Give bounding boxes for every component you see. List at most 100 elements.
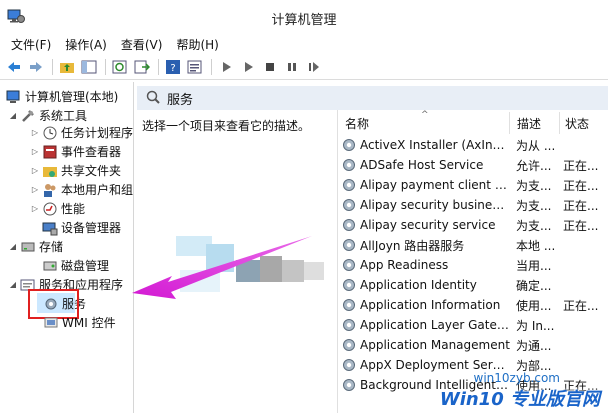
gear-icon (343, 319, 355, 331)
service-row[interactable]: Application Layer Gatewa... 为 In... (341, 315, 608, 335)
service-name: App Readiness (360, 258, 449, 272)
expand-arrow-icon[interactable]: ▷ (30, 128, 40, 137)
blurred-region (260, 256, 282, 282)
svg-text:?: ? (170, 63, 175, 74)
tree-item-shared-folders[interactable]: ▷ 共享文件夹 (30, 161, 121, 180)
menu-view[interactable]: 查看(V) (114, 36, 170, 53)
expand-arrow-icon[interactable]: ▷ (30, 185, 40, 194)
service-name: Alipay security business s... (360, 198, 510, 212)
tree-item-event-viewer[interactable]: ▷ 事件查看器 (30, 142, 121, 161)
watermark-url: win10zyb.com (473, 371, 560, 385)
refresh-icon[interactable] (110, 57, 130, 77)
service-row[interactable]: AllJoyn 路由器服务 本地 ... (341, 235, 608, 255)
service-status: 正在... (563, 198, 599, 213)
tree-item-performance[interactable]: ▷ 性能 (30, 199, 85, 218)
shared-folder-icon (42, 163, 58, 179)
column-divider[interactable] (509, 112, 510, 134)
start-service-icon[interactable] (216, 57, 236, 77)
service-row[interactable]: Alipay payment client sec... 为支... 正在... (341, 175, 608, 195)
blurred-region (206, 244, 234, 272)
service-description: 为支... (516, 198, 552, 213)
menu-help[interactable]: 帮助(H) (169, 36, 225, 53)
service-description: 为 In... (516, 318, 555, 333)
service-row[interactable]: Application Identity 确定... (341, 275, 608, 295)
collapse-arrow-icon[interactable]: ◢ (8, 111, 18, 120)
gear-icon (343, 219, 355, 231)
service-row[interactable]: ADSafe Host Service 允许... 正在... (341, 155, 608, 175)
event-viewer-icon (42, 144, 58, 160)
column-header-name[interactable]: 名称 (345, 115, 369, 132)
system-tools-icon (20, 108, 36, 124)
description-hint: 选择一个项目来查看它的描述。 (142, 119, 311, 133)
toolbar: ? (0, 55, 608, 80)
column-header-status[interactable]: 状态 (565, 115, 589, 132)
tree-item-storage[interactable]: ◢ 存储 (8, 237, 63, 256)
collapse-arrow-icon[interactable]: ◢ (8, 242, 18, 251)
service-name: Alipay payment client sec... (360, 178, 510, 192)
users-icon (42, 182, 58, 198)
storage-icon (20, 239, 36, 255)
menu-file[interactable]: 文件(F) (4, 36, 58, 53)
properties-icon[interactable] (185, 57, 205, 77)
tree-item-root[interactable]: 计算机管理(本地) (4, 87, 118, 106)
service-description: 为支... (516, 218, 552, 233)
site-watermark: win10zyb.com Win10 专业版官网 (440, 371, 600, 411)
tree-item-task-scheduler[interactable]: ▷ 任务计划程序 (30, 123, 133, 142)
title-bar: 计算机管理 (0, 0, 608, 34)
service-description: 为从 ... (516, 138, 556, 153)
clock-icon (42, 125, 58, 141)
blurred-region (282, 260, 304, 282)
gear-icon (343, 239, 355, 251)
back-arrow-icon[interactable] (4, 57, 24, 77)
show-hide-tree-icon[interactable] (79, 57, 99, 77)
pause-service-icon[interactable] (282, 57, 302, 77)
tree-item-local-users[interactable]: ▷ 本地用户和组 (30, 180, 133, 199)
service-status: 正在... (563, 298, 599, 313)
gear-icon (343, 139, 355, 151)
expand-arrow-icon[interactable]: ▷ (30, 166, 40, 175)
column-header-description[interactable]: 描述 (517, 115, 541, 132)
service-row[interactable]: Alipay security service 为支... 正在... (341, 215, 608, 235)
export-list-icon[interactable] (132, 57, 152, 77)
service-status: 正在... (563, 218, 599, 233)
service-description: 本地 ... (516, 238, 556, 253)
forward-arrow-icon[interactable] (26, 57, 46, 77)
up-folder-icon[interactable] (57, 57, 77, 77)
collapse-arrow-icon[interactable]: ◢ (8, 280, 18, 289)
blurred-region (236, 260, 260, 282)
start-service-alt-icon[interactable] (238, 57, 258, 77)
service-name: AllJoyn 路由器服务 (360, 238, 465, 253)
service-name: ADSafe Host Service (360, 158, 484, 172)
gear-icon (343, 179, 355, 191)
sort-ascending-icon: ^ (421, 110, 429, 120)
expand-arrow-icon[interactable]: ▷ (30, 147, 40, 156)
restart-service-icon[interactable] (304, 57, 324, 77)
tree-item-disk-management[interactable]: 磁盘管理 (40, 256, 109, 275)
menu-action[interactable]: 操作(A) (58, 36, 114, 53)
service-name: ActiveX Installer (AxInstSV) (360, 138, 510, 152)
tree-item-wmi[interactable]: WMI 控件 (41, 313, 116, 332)
service-row[interactable]: Alipay security business s... 为支... 正在... (341, 195, 608, 215)
service-name: Application Information (360, 298, 501, 312)
service-name: Application Identity (360, 278, 477, 292)
wmi-icon (43, 315, 59, 331)
tree-item-device-manager[interactable]: 设备管理器 (40, 218, 121, 237)
expand-arrow-icon[interactable]: ▷ (30, 204, 40, 213)
service-row[interactable]: App Readiness 当用... (341, 255, 608, 275)
service-description: 确定... (516, 278, 552, 293)
service-row[interactable]: Application Management 为通... (341, 335, 608, 355)
blurred-region (180, 270, 220, 292)
service-description: 当用... (516, 258, 552, 273)
column-divider[interactable] (559, 112, 560, 134)
blurred-region (304, 262, 324, 280)
gear-icon (343, 379, 355, 391)
toolbar-separator (105, 59, 106, 75)
help-icon[interactable]: ? (163, 57, 183, 77)
window-title: 计算机管理 (271, 13, 337, 28)
performance-icon (42, 201, 58, 217)
stop-service-icon[interactable] (260, 57, 280, 77)
service-row[interactable]: Application Information 使用... 正在... (341, 295, 608, 315)
computer-management-icon (6, 89, 22, 105)
service-description: 为支... (516, 178, 552, 193)
service-row[interactable]: ActiveX Installer (AxInstSV) 为从 ... (341, 135, 608, 155)
